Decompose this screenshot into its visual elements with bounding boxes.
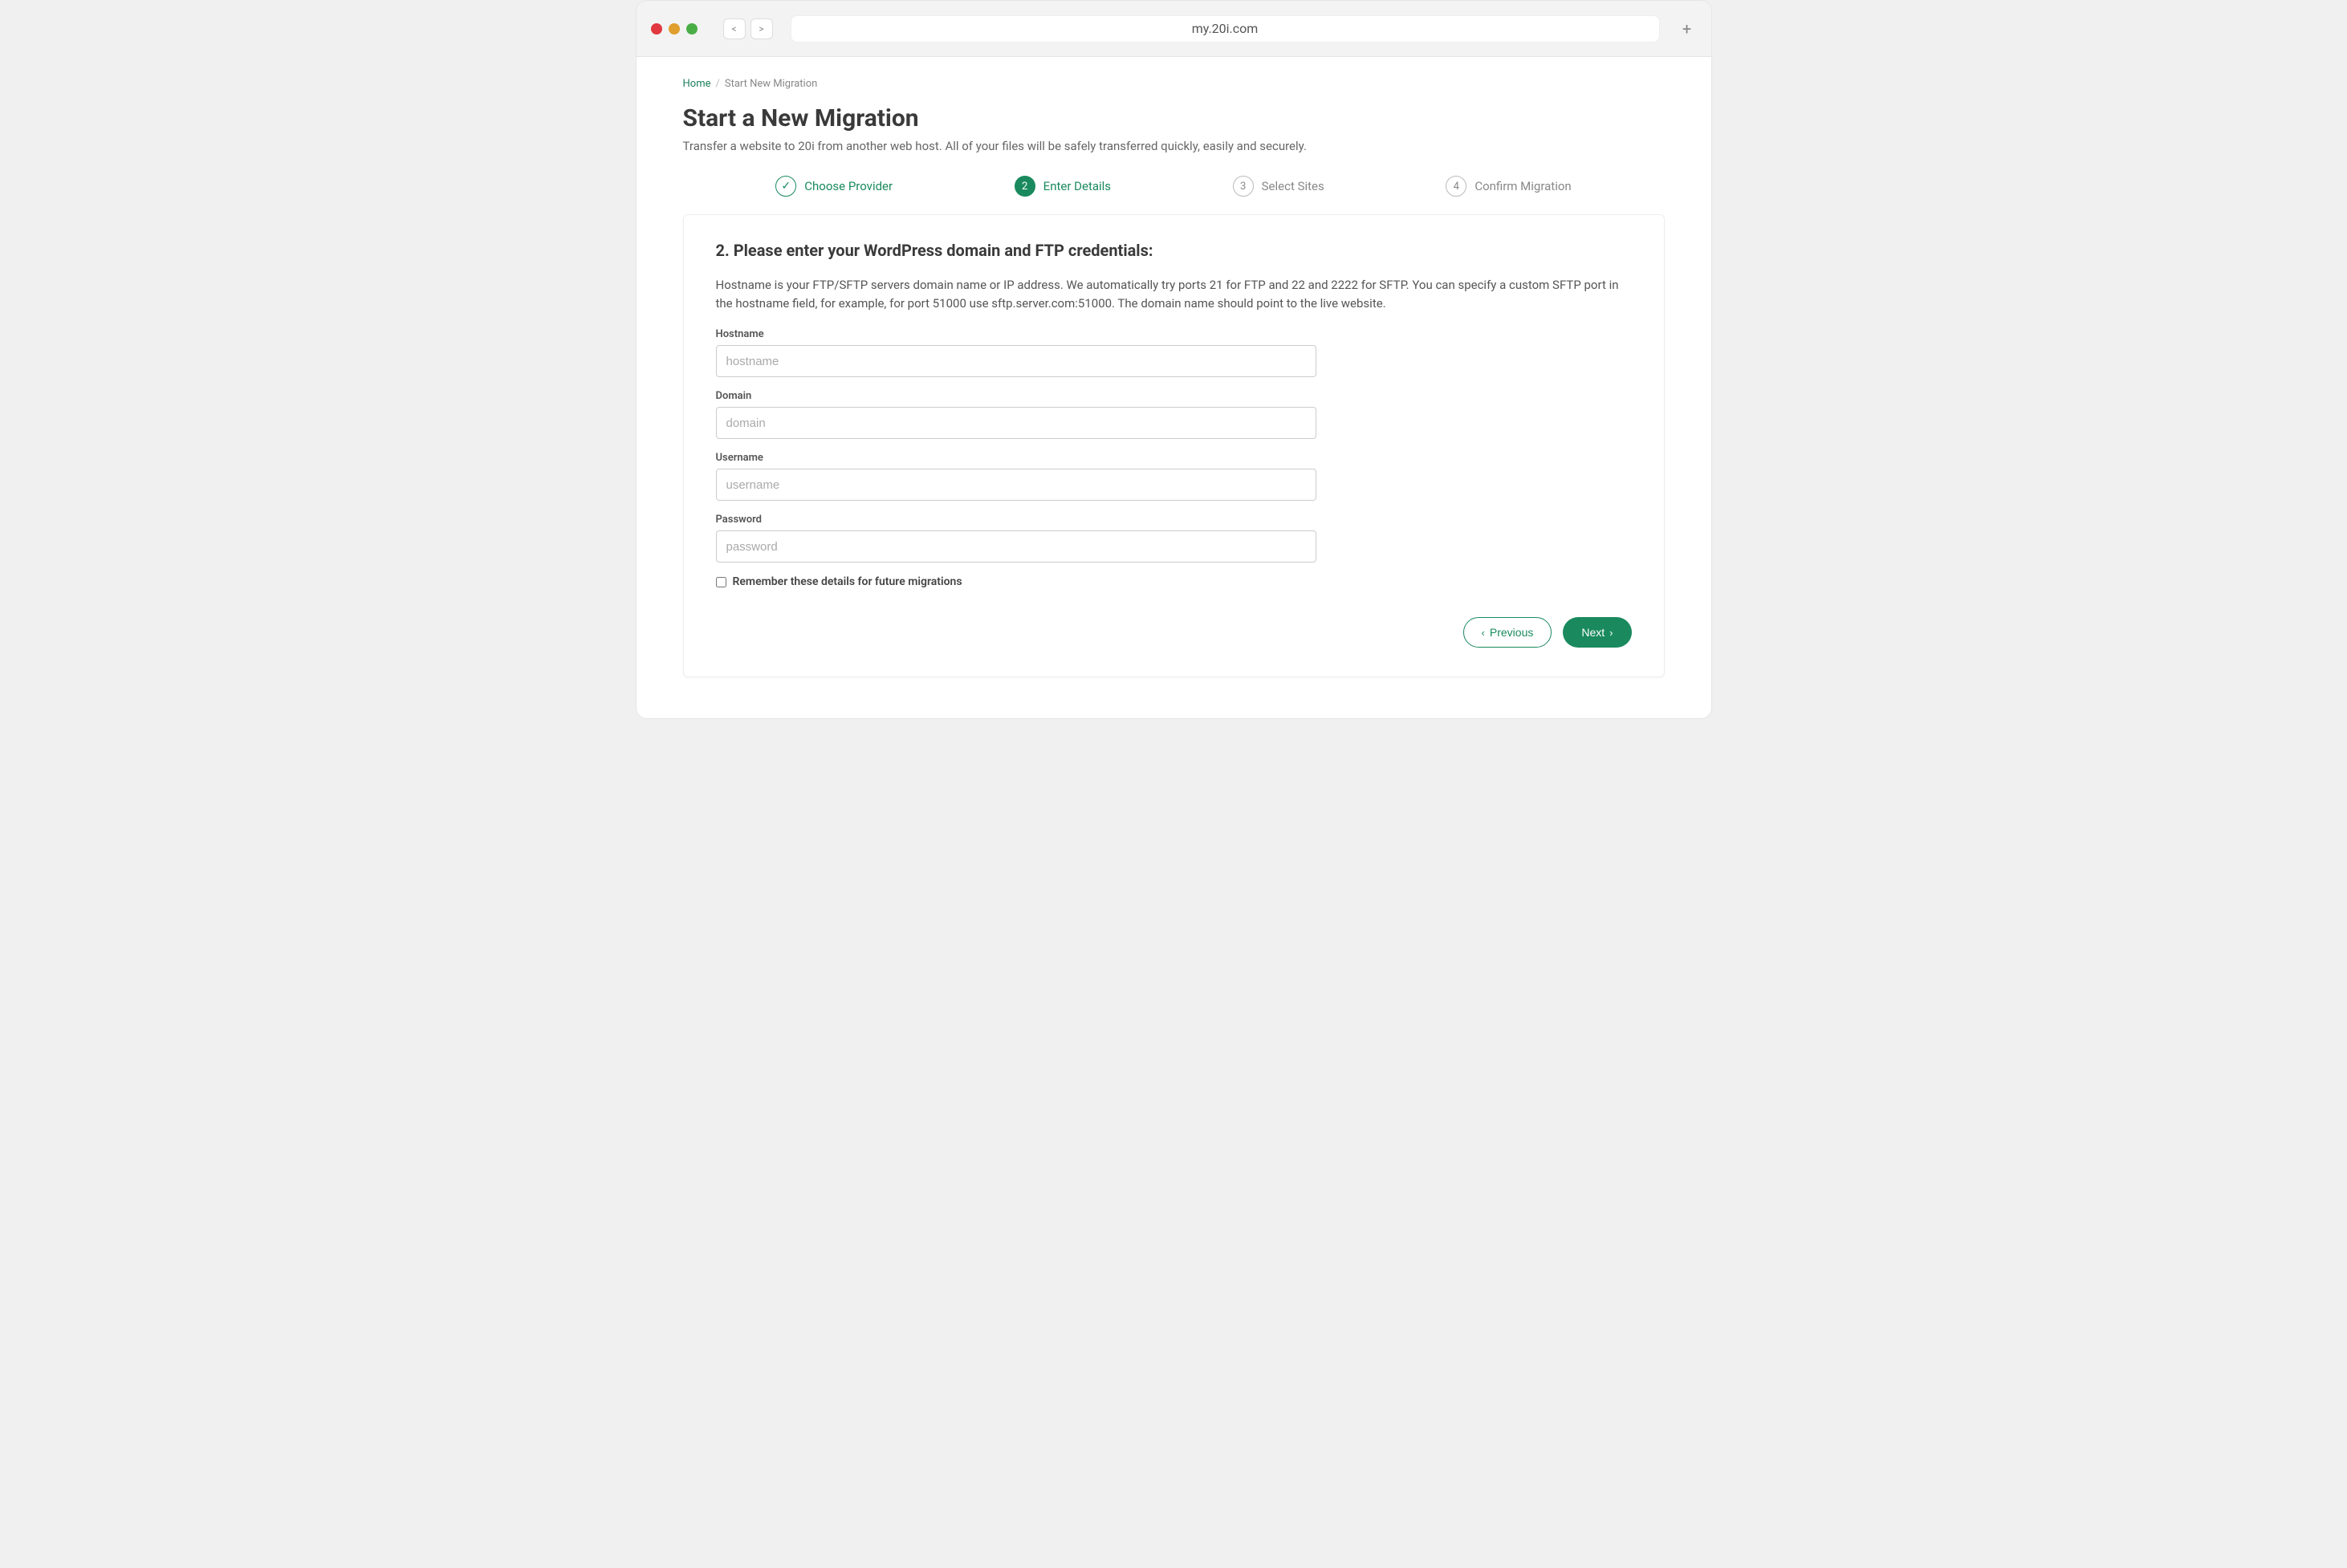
step-number-icon: 2 (1015, 176, 1035, 197)
remember-checkbox[interactable] (716, 577, 726, 587)
step-choose-provider[interactable]: Choose Provider (775, 176, 893, 197)
hostname-group: Hostname (716, 328, 1316, 377)
maximize-window-icon[interactable] (686, 23, 698, 35)
window-controls (651, 23, 698, 35)
domain-label: Domain (716, 390, 1316, 402)
previous-button[interactable]: ‹ Previous (1463, 617, 1552, 648)
step-label: Confirm Migration (1475, 179, 1571, 193)
step-label: Enter Details (1043, 179, 1111, 193)
step-number-icon: 3 (1233, 176, 1254, 197)
next-button[interactable]: Next › (1563, 617, 1631, 648)
form-heading: 2. Please enter your WordPress domain an… (716, 241, 1632, 260)
chevron-right-icon: › (1609, 628, 1613, 638)
close-window-icon[interactable] (651, 23, 662, 35)
step-label: Choose Provider (804, 179, 893, 193)
step-confirm-migration[interactable]: 4 Confirm Migration (1446, 176, 1571, 197)
breadcrumb-current: Start New Migration (725, 78, 817, 90)
page-content: Home / Start New Migration Start a New M… (637, 57, 1711, 709)
remember-label: Remember these details for future migrat… (733, 575, 962, 588)
next-button-label: Next (1581, 626, 1605, 639)
breadcrumb-separator: / (715, 78, 719, 90)
previous-button-label: Previous (1490, 626, 1533, 639)
back-button[interactable]: < (723, 18, 746, 39)
breadcrumb: Home / Start New Migration (683, 78, 1665, 90)
username-label: Username (716, 452, 1316, 464)
form-card: 2. Please enter your WordPress domain an… (683, 214, 1665, 677)
step-number-icon: 4 (1446, 176, 1466, 197)
minimize-window-icon[interactable] (669, 23, 680, 35)
check-icon (775, 176, 796, 197)
page-title: Start a New Migration (683, 104, 1665, 132)
hostname-label: Hostname (716, 328, 1316, 340)
username-group: Username (716, 452, 1316, 501)
breadcrumb-home[interactable]: Home (683, 78, 711, 90)
browser-frame: < > my.20i.com + Home / Start New Migrat… (636, 0, 1712, 719)
new-tab-button[interactable]: + (1678, 19, 1697, 39)
domain-group: Domain (716, 390, 1316, 439)
step-enter-details[interactable]: 2 Enter Details (1015, 176, 1111, 197)
form-description: Hostname is your FTP/SFTP servers domain… (716, 276, 1632, 312)
password-label: Password (716, 514, 1316, 526)
chevron-left-icon: ‹ (1482, 628, 1485, 638)
form-actions: ‹ Previous Next › (716, 617, 1632, 648)
wizard-stepper: Choose Provider 2 Enter Details 3 Select… (715, 176, 1633, 197)
page-subtitle: Transfer a website to 20i from another w… (683, 139, 1665, 153)
browser-toolbar: < > my.20i.com + (637, 1, 1711, 57)
step-label: Select Sites (1262, 179, 1324, 193)
password-group: Password (716, 514, 1316, 563)
username-input[interactable] (716, 469, 1316, 501)
password-input[interactable] (716, 530, 1316, 563)
hostname-input[interactable] (716, 345, 1316, 377)
remember-row: Remember these details for future migrat… (716, 575, 1632, 588)
url-bar[interactable]: my.20i.com (791, 15, 1660, 43)
forward-button[interactable]: > (750, 18, 773, 39)
domain-input[interactable] (716, 407, 1316, 439)
step-select-sites[interactable]: 3 Select Sites (1233, 176, 1324, 197)
